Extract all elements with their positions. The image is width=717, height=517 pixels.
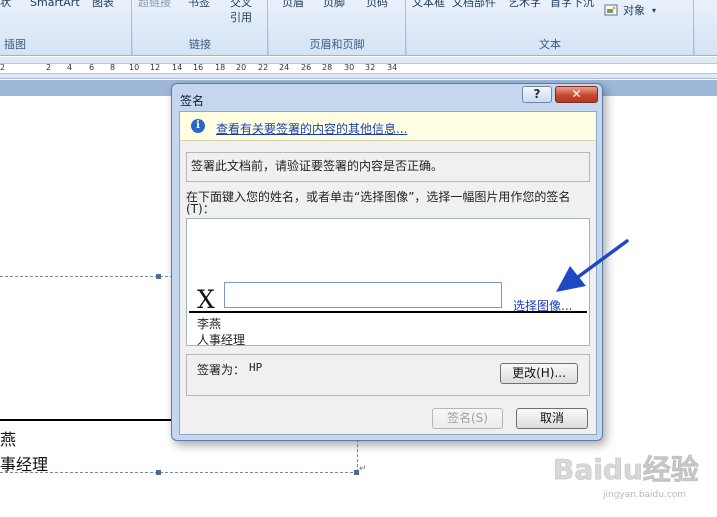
sign-as-label: 签署为： — [197, 363, 246, 377]
dialog-body: i 查看有关要签署的内容的其他信息... 签署此文档前，请验证要签署的内容是否正… — [179, 111, 597, 435]
ribbon-hyperlink-button[interactable]: 超链接 — [138, 0, 171, 9]
ruler-number: 10 — [129, 63, 140, 72]
group-label-illustrations: 插图 — [4, 38, 26, 51]
help-button[interactable]: ? — [522, 86, 552, 103]
ruler-strip — [0, 63, 717, 74]
signer-title-doc: 事经理 — [0, 455, 49, 474]
ruler-number: 6 — [89, 63, 95, 72]
ruler-number: 2 — [46, 63, 52, 72]
verify-message-box: 签署此文档前，请验证要签署的内容是否正确。 — [186, 152, 590, 182]
paragraph-mark-icon: ↵ — [359, 464, 367, 474]
signature-divider — [189, 311, 587, 313]
signature-x-mark: X — [197, 285, 215, 314]
ribbon-bookmark-button[interactable]: 书签 — [188, 0, 210, 9]
signature-frame-bottom — [0, 472, 358, 473]
ribbon-separator — [693, 0, 695, 55]
ruler-number: 24 — [279, 63, 290, 72]
signer-name: 李燕 — [197, 317, 222, 331]
ribbon-crossref-button[interactable]: 交叉 — [230, 0, 252, 9]
ribbon-object-dropdown-icon[interactable]: ▾ — [652, 5, 656, 17]
ruler-number: 22 — [258, 63, 269, 72]
ruler-number: 8 — [110, 63, 116, 72]
ruler-number: 32 — [365, 63, 376, 72]
sign-as-box: 签署为： HP 更改(H)... — [186, 354, 590, 396]
group-label-links: 链接 — [189, 38, 211, 51]
sign-button[interactable]: 签名(S) — [432, 408, 503, 429]
ruler-number: 20 — [236, 63, 247, 72]
info-icon: i — [191, 119, 205, 133]
ruler-number: 28 — [322, 63, 333, 72]
ruler-number: 4 — [67, 63, 73, 72]
info-bar: i 查看有关要签署的内容的其他信息... — [180, 112, 596, 141]
ruler-number: 2 — [0, 63, 6, 72]
group-label-header-footer: 页眉和页脚 — [309, 38, 365, 51]
verify-message: 签署此文档前，请验证要签署的内容是否正确。 — [191, 159, 444, 173]
more-info-link[interactable]: 查看有关要签署的内容的其他信息... — [216, 120, 407, 137]
ribbon-header-button[interactable]: 页眉 — [282, 0, 304, 9]
watermark-url: jingyan.baidu.com — [603, 490, 687, 500]
cancel-button[interactable]: 取消 — [516, 408, 588, 429]
ruler-number: 30 — [344, 63, 355, 72]
horizontal-ruler[interactable]: 2 2 4 6 8 10 12 14 16 18 20 22 24 26 28 … — [0, 57, 717, 79]
ribbon-object-icon — [604, 4, 618, 19]
ruler-number: 14 — [172, 63, 183, 72]
close-button[interactable]: ✕ — [555, 86, 598, 103]
ribbon-wordart-button[interactable]: 艺术字 — [508, 0, 541, 9]
ribbon-quickparts-button[interactable]: 文档部件 — [452, 0, 496, 9]
group-label-text: 文本 — [539, 38, 561, 51]
instruction-label: 在下面键入您的姓名，或者单击“选择图像”，选择一幅图片用作您的签名(T)： — [186, 190, 571, 216]
resize-handle[interactable] — [156, 470, 161, 475]
ribbon-dropcap-button[interactable]: 首字下沉 — [550, 0, 594, 9]
signature-area: X 选择图像... 李燕 人事经理 — [186, 218, 590, 347]
ribbon-object-button[interactable]: 对象 — [623, 5, 645, 17]
ribbon-smartart-button[interactable]: SmartArt — [30, 0, 80, 9]
ruler-number: 16 — [193, 63, 204, 72]
signer-name-doc: 燕 — [0, 430, 17, 449]
dialog-title: 签名 — [180, 94, 205, 108]
ruler-number: 18 — [215, 63, 226, 72]
change-button[interactable]: 更改(H)... — [500, 363, 578, 384]
ruler-number: 26 — [301, 63, 312, 72]
signer-title: 人事经理 — [197, 333, 246, 347]
signature-name-input[interactable] — [224, 282, 502, 308]
ribbon-chart-button[interactable]: 图表 — [92, 0, 114, 9]
ruler-number: 12 — [150, 63, 161, 72]
ribbon: 状 SmartArt 图表 超链接 书签 交叉 引用 页眉 页脚 页码 文本框 … — [0, 0, 717, 56]
resize-handle[interactable] — [156, 274, 161, 279]
ribbon-crossref-label2: 引用 — [230, 11, 252, 24]
ribbon-shapes-button[interactable]: 状 — [0, 0, 11, 9]
ribbon-pagenumber-button[interactable]: 页码 — [366, 0, 388, 9]
ribbon-footer-button[interactable]: 页脚 — [323, 0, 345, 9]
sign-as-value: HP — [249, 361, 263, 374]
sign-dialog: 签名 ? ✕ i 查看有关要签署的内容的其他信息... 签署此文档前，请验证要签… — [171, 83, 603, 441]
ruler-number: 34 — [387, 63, 398, 72]
watermark-brand: Baidu经验 — [553, 453, 699, 486]
ribbon-textbox-button[interactable]: 文本框 — [412, 0, 445, 9]
